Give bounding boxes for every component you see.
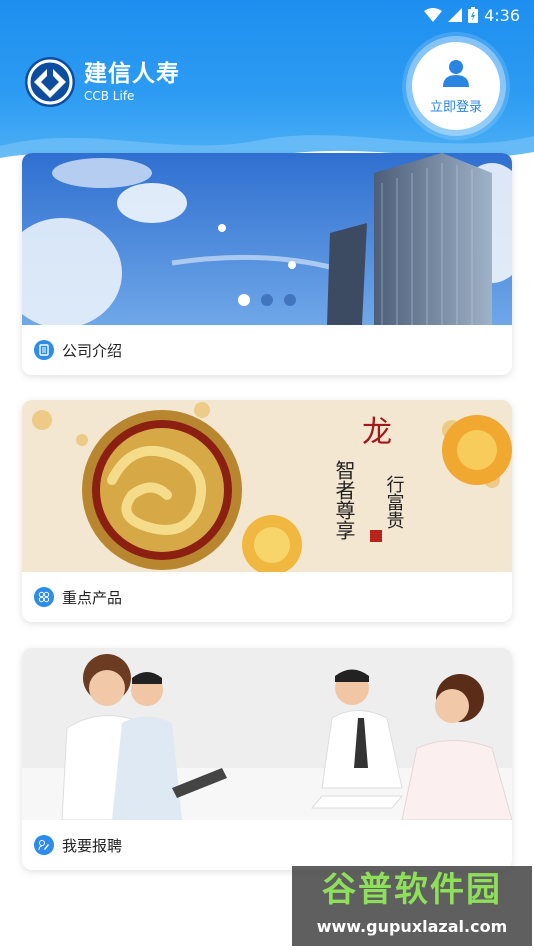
app-header: 4:36 建信人寿 CCB Life 立即登录 <box>0 0 534 170</box>
watermark-title: 谷普软件园 <box>322 870 502 910</box>
recruitment-banner[interactable] <box>22 648 512 820</box>
watermark-url: www.gupuxlazal.com <box>316 917 508 936</box>
card-label: 重点产品 <box>62 588 123 607</box>
red-seal <box>370 530 382 542</box>
card-caption: 我要报聘 <box>22 820 512 870</box>
product-banner[interactable]: 龙 行富贵 智者尊享 <box>22 400 512 572</box>
brand-logo: 建信人寿 CCB Life <box>24 56 180 108</box>
status-bar: 4:36 <box>424 4 520 26</box>
banner-char-dragon: 龙 <box>362 415 392 450</box>
card-label: 公司介绍 <box>62 341 123 360</box>
signal-icon <box>448 8 463 22</box>
carousel-dot[interactable] <box>284 294 296 306</box>
dragon-peony-image: 龙 行富贵 智者尊享 <box>22 400 512 572</box>
document-icon <box>34 340 54 360</box>
ccb-logo-icon <box>25 57 75 107</box>
login-label: 立即登录 <box>429 99 482 115</box>
edit-icon <box>34 835 54 855</box>
carousel-dot[interactable] <box>261 294 273 306</box>
banner-text-line2: 行富贵 <box>384 475 405 529</box>
wifi-icon <box>424 8 443 22</box>
carousel-banner[interactable] <box>22 153 512 325</box>
recruitment-card[interactable]: 我要报聘 <box>22 648 512 870</box>
carousel-dot[interactable] <box>238 294 250 306</box>
site-watermark: 谷普软件园 www.gupuxlazal.com <box>292 866 532 946</box>
office-meeting-image <box>22 648 512 820</box>
carousel-indicator <box>238 294 296 306</box>
card-label: 我要报聘 <box>62 836 123 855</box>
banner-text-line3: 智者尊享 <box>332 460 356 540</box>
card-caption: 重点产品 <box>22 572 512 622</box>
user-icon <box>443 59 469 87</box>
product-grid-icon <box>34 587 54 607</box>
brand-name-cn: 建信人寿 <box>84 60 180 87</box>
company-intro-card[interactable]: 公司介绍 <box>22 153 512 375</box>
battery-icon <box>468 7 479 23</box>
key-products-card[interactable]: 龙 行富贵 智者尊享 重点产品 <box>22 400 512 622</box>
status-time: 4:36 <box>484 5 520 25</box>
login-button[interactable]: 立即登录 <box>412 42 500 130</box>
card-caption: 公司介绍 <box>22 325 512 375</box>
brand-name-en: CCB Life <box>84 88 135 103</box>
